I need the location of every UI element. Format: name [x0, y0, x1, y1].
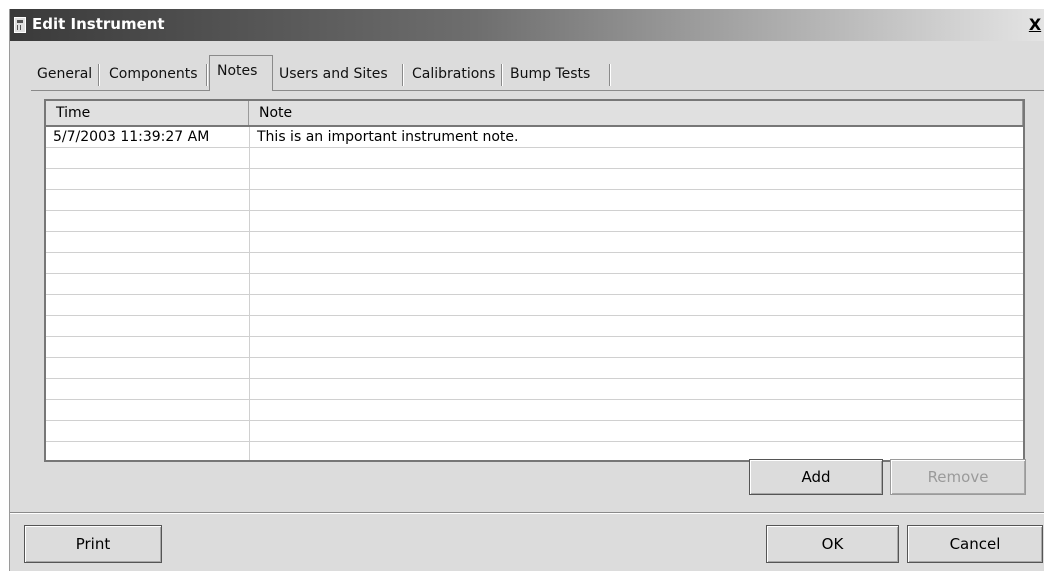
cell-time: 5/7/2003 11:39:27 AM [53, 129, 210, 145]
cell-note: This is an important instrument note. [257, 129, 519, 145]
empty-row [46, 253, 1023, 274]
empty-row [46, 421, 1023, 442]
table-row[interactable]: 5/7/2003 11:39:27 AM This is an importan… [46, 127, 1023, 148]
tab-general[interactable]: General [34, 59, 100, 89]
empty-row [46, 211, 1023, 232]
title-bar[interactable]: Edit Instrument X [10, 9, 1044, 41]
tab-bump-tests[interactable]: Bump Tests [503, 59, 611, 89]
footer-divider [10, 512, 1044, 514]
tab-label: Notes [217, 63, 258, 79]
empty-row [46, 358, 1023, 379]
empty-row [46, 274, 1023, 295]
tab-calibrations[interactable]: Calibrations [404, 59, 503, 89]
tab-label: Calibrations [412, 66, 496, 82]
empty-row [46, 400, 1023, 421]
ok-button[interactable]: OK [766, 525, 899, 563]
empty-row [46, 295, 1023, 316]
tab-label: Bump Tests [510, 66, 591, 82]
notes-grid[interactable]: Time Note 5/7/2003 11:39:27 AM This is a… [44, 99, 1025, 462]
empty-row [46, 169, 1023, 190]
remove-button[interactable]: Remove [890, 459, 1026, 495]
column-header-note[interactable]: Note [249, 101, 1023, 125]
window-title: Edit Instrument [32, 15, 165, 33]
tab-label: General [37, 66, 93, 82]
empty-row [46, 379, 1023, 400]
print-button[interactable]: Print [24, 525, 162, 563]
empty-row [46, 190, 1023, 211]
empty-row [46, 148, 1023, 169]
edit-instrument-dialog: Edit Instrument X General Components Not… [9, 9, 1044, 571]
tab-label: Components [109, 66, 198, 82]
column-divider [249, 127, 250, 460]
column-header-time[interactable]: Time [46, 101, 249, 125]
close-button[interactable]: X [1028, 15, 1042, 35]
add-button[interactable]: Add [749, 459, 883, 495]
tab-users-and-sites[interactable]: Users and Sites [273, 59, 404, 89]
tab-components[interactable]: Components [100, 59, 208, 89]
empty-row [46, 337, 1023, 358]
tab-notes[interactable]: Notes [209, 55, 273, 91]
grid-header: Time Note [46, 101, 1023, 127]
calculator-icon [14, 17, 26, 33]
cancel-button[interactable]: Cancel [907, 525, 1043, 563]
empty-row [46, 316, 1023, 337]
empty-row [46, 232, 1023, 253]
tab-label: Users and Sites [279, 66, 388, 82]
